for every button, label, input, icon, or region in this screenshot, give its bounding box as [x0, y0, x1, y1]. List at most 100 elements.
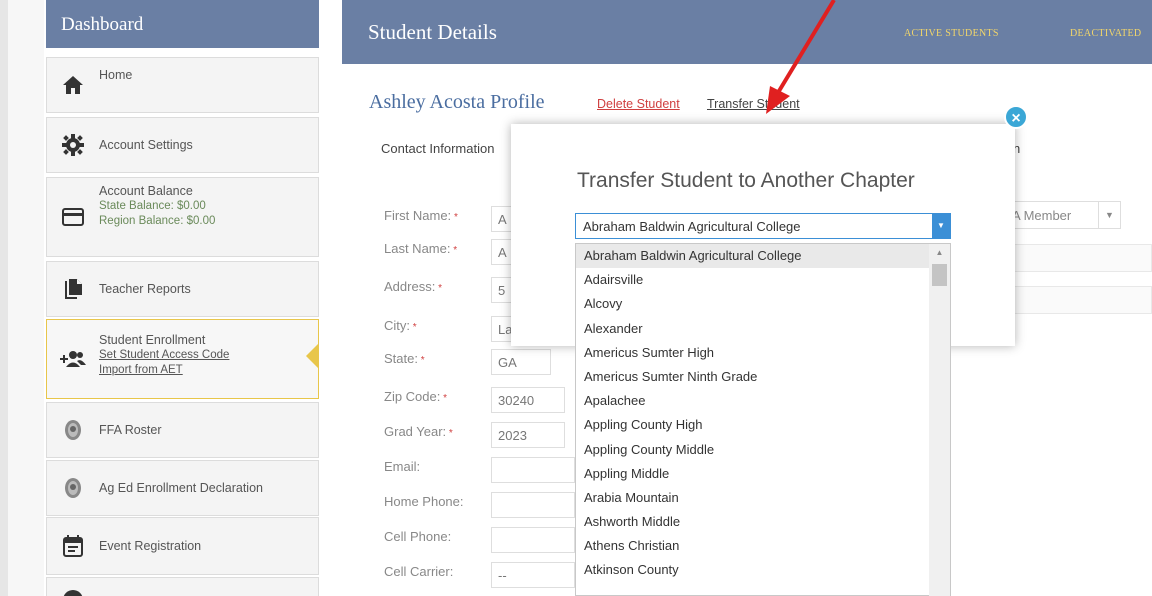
form-input-field[interactable]: GA: [491, 349, 551, 375]
form-input-field[interactable]: [491, 492, 575, 518]
form-label-text: State:: [384, 351, 418, 366]
form-label: Zip Code: *: [384, 389, 447, 404]
chevron-down-icon[interactable]: ▼: [932, 214, 950, 238]
ffa-emblem-icon: [47, 419, 99, 441]
dropdown-option[interactable]: Atkinson County: [576, 558, 950, 582]
sidebar-item-event-registration[interactable]: Event Registration: [46, 517, 319, 575]
transfer-student-link[interactable]: Transfer Student: [707, 97, 800, 111]
table-row: [1005, 286, 1152, 314]
required-marker: *: [450, 245, 458, 256]
scroll-thumb[interactable]: [932, 264, 947, 286]
chapter-dropdown-list[interactable]: Abraham Baldwin Agricultural College Adai…: [575, 243, 951, 596]
gear-icon: [47, 134, 99, 156]
chevron-down-icon: ▼: [1098, 202, 1120, 228]
required-marker: *: [435, 283, 442, 294]
left-gutter: [0, 0, 8, 596]
home-icon: [47, 75, 99, 95]
sidebar-item-teacher-reports[interactable]: Teacher Reports: [46, 261, 319, 317]
dropdown-option[interactable]: Alcovy: [576, 292, 950, 316]
add-users-icon: [47, 350, 99, 368]
sidebar-item-student-enrollment[interactable]: Student Enrollment Set Student Access Co…: [46, 319, 319, 399]
form-label: Cell Phone:: [384, 529, 451, 544]
form-input-field[interactable]: 2023: [491, 422, 565, 448]
scroll-up-icon[interactable]: ▲: [929, 248, 950, 257]
form-input-field[interactable]: 5: [491, 277, 513, 303]
form-label-text: City:: [384, 318, 410, 333]
dropdown-option[interactable]: Adairsville: [576, 268, 950, 292]
sidebar: Dashboard Home Account Settings Account …: [46, 0, 319, 596]
ffa-emblem-icon: [47, 477, 99, 499]
form-label-text: Email:: [384, 459, 421, 474]
modal-title: Transfer Student to Another Chapter: [577, 169, 915, 192]
form-label: Address: *: [384, 279, 442, 294]
sidebar-item-label: Account Balance: [99, 183, 193, 198]
form-label: First Name: *: [384, 208, 458, 223]
chapter-select[interactable]: Abraham Baldwin Agricultural College ▼: [575, 213, 951, 239]
chapter-select-value: Abraham Baldwin Agricultural College: [583, 219, 801, 234]
dropdown-option[interactable]: Appling Middle: [576, 462, 950, 486]
form-label: Home Phone:: [384, 494, 464, 509]
form-label-text: Cell Carrier:: [384, 564, 454, 579]
document-copy-icon: [47, 278, 99, 300]
dropdown-option[interactable]: Americus Sumter High: [576, 341, 950, 365]
dropdown-option[interactable]: Appling County High: [576, 413, 950, 437]
sidebar-item-ag-ed-enrollment[interactable]: Ag Ed Enrollment Declaration: [46, 460, 319, 516]
sidebar-item-home[interactable]: Home: [46, 57, 319, 113]
sidebar-item-label: Account Settings: [99, 137, 193, 152]
circle-icon: [47, 578, 99, 596]
dropdown-scrollbar[interactable]: ▲: [929, 244, 950, 596]
form-label-text: Last Name:: [384, 241, 451, 256]
form-input-field[interactable]: A: [491, 206, 513, 232]
form-label-text: Cell Phone:: [384, 529, 452, 544]
page-margin: [8, 0, 44, 596]
dropdown-option[interactable]: Alexander: [576, 317, 950, 341]
form-label: Cell Carrier:: [384, 564, 453, 579]
sidebar-item-partial[interactable]: [46, 577, 319, 596]
form-label: Last Name: *: [384, 241, 457, 256]
sidebar-item-account-settings[interactable]: Account Settings: [46, 117, 319, 173]
credit-card-icon: [47, 208, 99, 226]
form-label: City: *: [384, 318, 417, 333]
form-input-field[interactable]: [491, 527, 575, 553]
region-balance: Region Balance: $0.00: [99, 214, 216, 227]
dropdown-option[interactable]: Ashworth Middle: [576, 510, 950, 534]
form-input-field[interactable]: 30240: [491, 387, 565, 413]
form-label-text: First Name:: [384, 208, 452, 223]
dropdown-option[interactable]: Appling County Middle: [576, 438, 950, 462]
form-label: Email:: [384, 459, 420, 474]
dropdown-option[interactable]: Athens Christian: [576, 534, 950, 558]
form-label-text: Home Phone:: [384, 494, 464, 509]
main-header: Student Details ACTIVE STUDENTS DEACTIVA…: [342, 0, 1152, 64]
dropdown-option[interactable]: Abraham Baldwin Agricultural College: [576, 244, 950, 269]
active-indicator: [306, 344, 318, 368]
calendar-icon: [47, 535, 99, 557]
sidebar-item-ffa-roster[interactable]: FFA Roster: [46, 402, 319, 458]
tab-deactivated[interactable]: DEACTIVATED: [1070, 28, 1141, 39]
table-row: [1005, 244, 1152, 272]
required-marker: *: [451, 212, 458, 223]
sidebar-item-label: Ag Ed Enrollment Declaration: [99, 480, 263, 495]
sidebar-item-account-balance[interactable]: Account Balance State Balance: $0.00 Reg…: [46, 177, 319, 257]
required-marker: *: [417, 355, 425, 366]
form-label-text: Grad Year:: [384, 424, 447, 439]
required-marker: *: [446, 428, 453, 439]
form-input-field[interactable]: A: [491, 239, 513, 265]
form-input-field[interactable]: --: [491, 562, 575, 588]
form-label: State: *: [384, 351, 425, 366]
sidebar-item-label: Home: [99, 67, 133, 82]
dropdown-option[interactable]: Arabia Mountain: [576, 486, 950, 510]
form-input-field[interactable]: [491, 457, 575, 483]
form-input-field[interactable]: La: [491, 316, 513, 342]
import-from-aet-link[interactable]: Import from AET: [99, 363, 229, 378]
profile-name: Ashley Acosta Profile: [369, 91, 545, 113]
close-icon[interactable]: ×: [1004, 105, 1028, 129]
tab-active-students[interactable]: ACTIVE STUDENTS: [904, 28, 999, 39]
delete-student-link[interactable]: Delete Student: [597, 97, 680, 111]
set-student-access-code-link[interactable]: Set Student Access Code: [99, 348, 229, 363]
membership-select[interactable]: A Member ▼: [1005, 201, 1121, 229]
sidebar-title: Dashboard: [46, 0, 319, 48]
sidebar-item-label: Teacher Reports: [99, 281, 191, 296]
page-title: Student Details: [368, 20, 497, 44]
dropdown-option[interactable]: Americus Sumter Ninth Grade: [576, 365, 950, 389]
dropdown-option[interactable]: Apalachee: [576, 389, 950, 413]
